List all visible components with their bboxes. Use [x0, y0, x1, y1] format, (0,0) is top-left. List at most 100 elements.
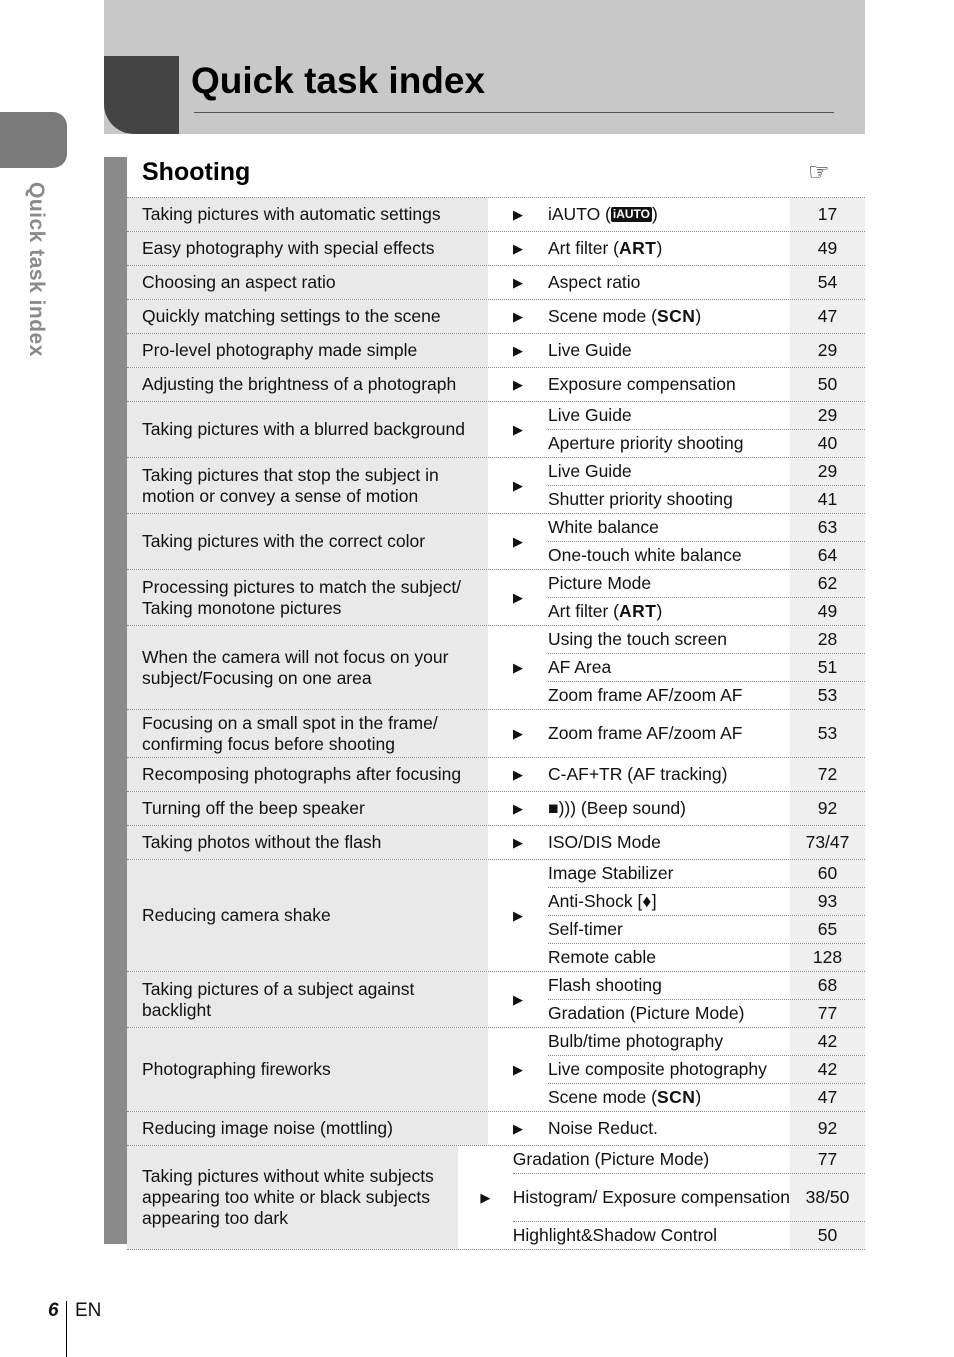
reference-item[interactable]: Self-timer 65: [548, 915, 865, 943]
reference-item[interactable]: Aspect ratio 54: [548, 266, 865, 299]
reference-item[interactable]: Aperture priority shooting 40: [548, 429, 865, 457]
page-reference[interactable]: 93: [790, 888, 865, 915]
page-reference[interactable]: 29: [790, 402, 865, 429]
page-reference[interactable]: 38/50: [790, 1174, 865, 1221]
page-reference[interactable]: 77: [790, 1000, 865, 1027]
page-reference[interactable]: 29: [790, 334, 865, 367]
reference-text: Live composite photography: [548, 1059, 767, 1079]
title-underline: [194, 112, 834, 113]
table-row: Taking pictures with the correct color ▶ W…: [127, 513, 865, 569]
arrow-right-icon: ▶: [513, 342, 523, 358]
page-reference[interactable]: 92: [790, 1112, 865, 1145]
reference-item[interactable]: ■))) (Beep sound) 92: [548, 792, 865, 825]
reference-item[interactable]: Exposure compensation 50: [548, 368, 865, 401]
page-reference[interactable]: 63: [790, 514, 865, 541]
table-row: Pro-level photography made simple ▶ Live G…: [127, 333, 865, 367]
reference-item[interactable]: White balance 63: [548, 514, 865, 541]
reference-item[interactable]: Live Guide 29: [548, 402, 865, 429]
reference-label: C-AF+TR (AF tracking): [548, 758, 790, 791]
reference-item[interactable]: Flash shooting 68: [548, 972, 865, 999]
table-row: When the camera will not focus on your s…: [127, 625, 865, 709]
reference-suffix: ): [652, 204, 658, 224]
page-reference[interactable]: 49: [790, 232, 865, 265]
page-reference[interactable]: 42: [790, 1056, 865, 1083]
reference-item[interactable]: Gradation (Picture Mode) 77: [513, 1146, 865, 1173]
reference-label: One-touch white balance: [548, 542, 790, 569]
page-reference[interactable]: 54: [790, 266, 865, 299]
reference-text: C-AF+TR (AF tracking): [548, 764, 728, 784]
reference-item[interactable]: C-AF+TR (AF tracking) 72: [548, 758, 865, 791]
page-reference[interactable]: 65: [790, 916, 865, 943]
page-reference[interactable]: 42: [790, 1028, 865, 1055]
arrow-right-icon: ▶: [513, 376, 523, 392]
page-reference[interactable]: 50: [790, 1222, 865, 1249]
arrow-right-icon: ▶: [513, 308, 523, 324]
reference-text: Image Stabilizer: [548, 863, 674, 883]
page-reference[interactable]: 72: [790, 758, 865, 791]
reference-item[interactable]: Live Guide 29: [548, 458, 865, 485]
reference-label: Histogram/ Exposure compensation: [513, 1174, 790, 1221]
page-reference[interactable]: 64: [790, 542, 865, 569]
reference-item[interactable]: Live composite photography 42: [548, 1055, 865, 1083]
reference-item[interactable]: Scene mode (SCN) 47: [548, 300, 865, 333]
page-reference[interactable]: 41: [790, 486, 865, 513]
reference-item[interactable]: Gradation (Picture Mode) 77: [548, 999, 865, 1027]
reference-item[interactable]: Bulb/time photography 42: [548, 1028, 865, 1055]
reference-label: Live Guide: [548, 402, 790, 429]
reference-item[interactable]: Art filter (ART) 49: [548, 232, 865, 265]
reference-item[interactable]: Remote cable 128: [548, 943, 865, 971]
reference-item[interactable]: Live Guide 29: [548, 334, 865, 367]
reference-item[interactable]: ISO/DIS Mode 73/47: [548, 826, 865, 859]
page-reference[interactable]: 29: [790, 458, 865, 485]
reference-item[interactable]: Picture Mode 62: [548, 570, 865, 597]
page-reference[interactable]: 17: [790, 198, 865, 231]
page-reference[interactable]: 53: [790, 710, 865, 757]
reference-item[interactable]: Highlight&Shadow Control 50: [512, 1221, 865, 1249]
reference-item[interactable]: Noise Reduct. 92: [548, 1112, 865, 1145]
page-reference[interactable]: 128: [790, 944, 865, 971]
reference-item[interactable]: Image Stabilizer 60: [548, 860, 865, 887]
page-reference[interactable]: 68: [790, 972, 865, 999]
page-reference[interactable]: 49: [790, 598, 865, 625]
page-reference[interactable]: 51: [790, 654, 865, 681]
reference-label: Shutter priority shooting: [548, 486, 790, 513]
reference-text: Live Guide: [548, 340, 632, 360]
reference-label: Self-timer: [548, 916, 790, 943]
page-title: Quick task index: [191, 60, 486, 101]
reference-item[interactable]: One-touch white balance 64: [548, 541, 865, 569]
page-reference[interactable]: 73/47: [790, 826, 865, 859]
reference-item[interactable]: Zoom frame AF/zoom AF 53: [548, 710, 865, 757]
page-reference[interactable]: 40: [790, 430, 865, 457]
task-description: Processing pictures to match the subject…: [127, 570, 488, 625]
table-row: Taking pictures with automatic settings ▶…: [127, 197, 865, 231]
reference-item[interactable]: Shutter priority shooting 41: [548, 485, 865, 513]
reference-label: Noise Reduct.: [548, 1112, 790, 1145]
reference-item[interactable]: iAUTO (iAUTO) 17: [548, 198, 865, 231]
reference-item[interactable]: Anti-Shock [♦] 93: [548, 887, 865, 915]
page-reference[interactable]: 62: [790, 570, 865, 597]
reference-item[interactable]: Scene mode (SCN) 47: [548, 1083, 865, 1111]
task-description: Taking pictures of a subject against bac…: [127, 972, 488, 1027]
mode-tag: SCN: [656, 1087, 696, 1107]
reference-item[interactable]: AF Area 51: [548, 653, 865, 681]
page-reference[interactable]: 53: [790, 682, 865, 709]
page-reference[interactable]: 60: [790, 860, 865, 887]
page-reference[interactable]: 92: [790, 792, 865, 825]
reference-text: One-touch white balance: [548, 545, 742, 565]
reference-item[interactable]: Zoom frame AF/zoom AF 53: [548, 681, 865, 709]
reference-item[interactable]: Using the touch screen 28: [548, 626, 865, 653]
reference-label: Art filter (ART): [548, 598, 790, 625]
arrow-right-icon: ▶: [513, 1061, 523, 1077]
page-reference[interactable]: 47: [790, 300, 865, 333]
reference-label: Zoom frame AF/zoom AF: [548, 710, 790, 757]
reference-item[interactable]: Art filter (ART) 49: [548, 597, 865, 625]
reference-text: Histogram/ Exposure compensation: [512, 1187, 790, 1207]
page-reference[interactable]: 28: [790, 626, 865, 653]
reference-label: ■))) (Beep sound): [548, 792, 790, 825]
table-row: Reducing camera shake ▶ Image Stabilizer 60…: [127, 859, 865, 971]
page-reference[interactable]: 47: [790, 1084, 865, 1111]
page-reference[interactable]: 77: [790, 1146, 865, 1173]
page-reference[interactable]: 50: [790, 368, 865, 401]
reference-item[interactable]: Histogram/ Exposure compensation 38/50: [512, 1173, 865, 1221]
reference-label: Gradation (Picture Mode): [513, 1146, 790, 1173]
